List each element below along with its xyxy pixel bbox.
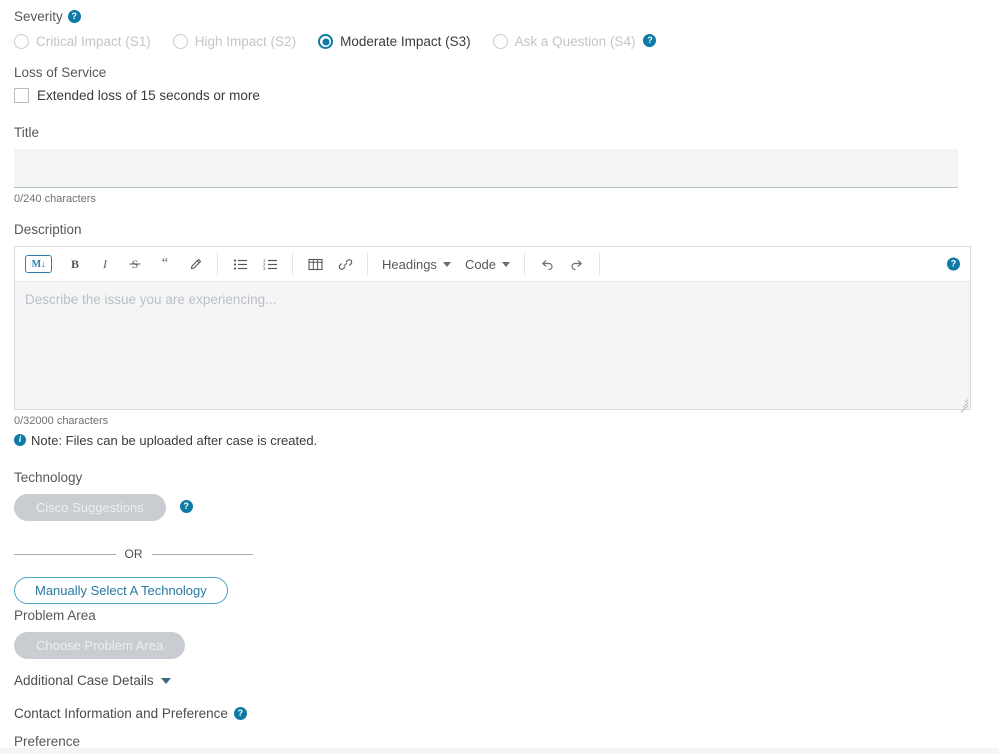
bold-icon[interactable]: B [61,251,89,277]
title-input[interactable] [14,149,958,188]
editor-toolbar: M↓ B I S “ 1 2 3 Headings Code ? [15,247,970,282]
chevron-down-icon [502,261,511,267]
severity-option-s1-label: Critical Impact (S1) [36,34,151,49]
technology-section: Technology Cisco Suggestions ? OR Manual… [14,469,253,604]
title-label: Title [14,125,40,140]
highlighter-icon[interactable] [181,251,209,277]
italic-icon[interactable]: I [91,251,119,277]
severity-label: Severity [14,9,63,24]
link-icon[interactable] [331,251,359,277]
contact-information-label: Contact Information and Preference [14,706,228,721]
title-section: Title 0/240 characters [14,124,959,205]
severity-option-s1[interactable]: Critical Impact (S1) [14,34,151,49]
divider-line-right [151,553,253,555]
or-divider: OR [14,547,253,561]
svg-text:B: B [71,257,79,271]
chevron-down-icon [442,261,451,267]
extended-loss-checkbox-label: Extended loss of 15 seconds or more [37,88,260,103]
title-char-count: 0/240 characters [14,193,96,205]
radio-circle-selected-icon [318,34,334,49]
manually-select-technology-button[interactable]: Manually Select A Technology [14,577,228,604]
severity-option-s4-label: Ask a Question (S4) [514,34,636,49]
severity-option-s2[interactable]: High Impact (S2) [172,34,297,49]
code-dropdown-label: Code [464,256,497,272]
technology-suggestions-row: Cisco Suggestions ? [14,494,253,521]
undo-icon[interactable] [533,251,561,277]
file-upload-note-text: Note: Files can be uploaded after case i… [31,433,318,448]
loss-of-service-section: Loss of Service Extended loss of 15 seco… [14,64,260,103]
radio-circle-icon [492,34,508,49]
contact-information-header: Contact Information and Preference ? [14,705,247,723]
headings-dropdown[interactable]: Headings [375,254,458,275]
description-char-count: 0/32000 characters [14,415,109,427]
choose-problem-area-button[interactable]: Choose Problem Area [14,632,186,659]
problem-area-section: Problem Area Choose Problem Area [14,607,186,659]
radio-circle-icon [172,34,188,49]
toolbar-separator [599,253,601,275]
bulleted-list-icon[interactable] [226,251,254,277]
toolbar-separator [292,253,293,275]
severity-option-s2-label: High Impact (S2) [194,34,297,49]
file-upload-note: i Note: Files can be uploaded after case… [14,433,971,448]
info-icon: i [14,433,26,446]
radio-circle-icon [14,34,29,49]
editor-help-icon[interactable]: ? [947,257,960,271]
chevron-down-icon [160,677,171,684]
technology-help-icon[interactable]: ? [179,500,193,513]
code-dropdown[interactable]: Code [458,254,517,275]
severity-section: Severity? Critical Impact (S1) High Impa… [14,8,657,49]
technology-label: Technology [14,470,83,485]
strikethrough-icon[interactable]: S [121,251,149,277]
toolbar-separator [524,253,526,275]
severity-help-icon[interactable]: ? [67,10,81,24]
table-icon[interactable] [301,251,329,277]
preference-input[interactable] [0,748,999,754]
resize-handle[interactable] [956,395,969,413]
additional-case-details-toggle[interactable]: Additional Case Details [14,673,171,688]
additional-case-details-label: Additional Case Details [14,673,154,688]
quote-icon[interactable]: “ [151,251,179,277]
toolbar-separator [217,253,218,275]
severity-option-s3-label: Moderate Impact (S3) [340,34,471,49]
description-editor: M↓ B I S “ 1 2 3 Headings Code ? Describ… [14,246,971,413]
contact-information-section: Contact Information and Preference ? Pre… [14,705,247,749]
description-section: Description M↓ B I S “ 1 2 3 Headings Co… [14,221,971,448]
toolbar-separator [367,253,368,275]
severity-option-s3[interactable]: Moderate Impact (S3) [318,34,471,49]
severity-option-s4[interactable]: Ask a Question (S4) [492,34,636,49]
loss-of-service-label: Loss of Service [14,65,107,80]
description-placeholder: Describe the issue you are experiencing.… [25,292,277,307]
problem-area-label: Problem Area [14,608,96,623]
description-textarea[interactable]: Describe the issue you are experiencing.… [15,282,970,413]
additional-case-details-section: Additional Case Details [14,673,171,688]
severity-radio-group: Critical Impact (S1) High Impact (S2) Mo… [14,34,657,49]
extended-loss-checkbox-row[interactable]: Extended loss of 15 seconds or more [14,88,260,103]
markdown-icon[interactable]: M↓ [25,255,52,273]
preference-label: Preference [14,734,81,749]
redo-icon[interactable] [563,251,591,277]
divider-line-left [14,553,116,555]
cisco-suggestions-button[interactable]: Cisco Suggestions [14,494,166,521]
severity-options-help-icon[interactable]: ? [643,34,657,47]
extended-loss-checkbox[interactable] [14,88,29,103]
or-label: OR [124,547,143,561]
contact-help-icon[interactable]: ? [233,706,247,720]
numbered-list-icon[interactable]: 1 2 3 [256,251,284,277]
svg-text:3: 3 [263,266,266,271]
severity-header: Severity? [14,8,656,26]
svg-text:I: I [102,257,108,271]
description-label: Description [14,222,82,237]
svg-text:“: “ [162,257,168,271]
headings-dropdown-label: Headings [382,256,437,272]
